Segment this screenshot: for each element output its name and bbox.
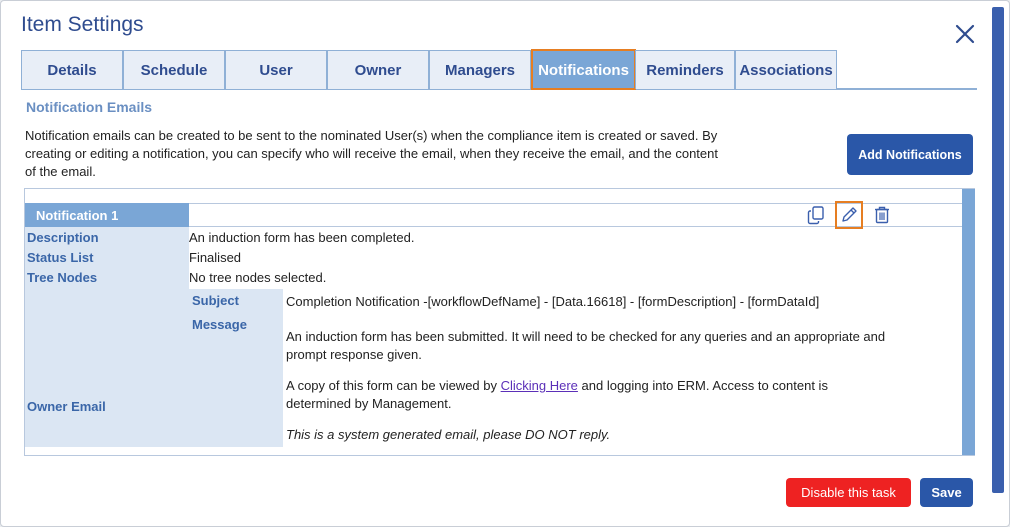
subject-label: Subject: [192, 293, 239, 308]
tree-nodes-label: Tree Nodes: [27, 270, 98, 285]
message-paragraph-3: This is a system generated email, please…: [286, 426, 886, 444]
tab-associations[interactable]: Associations: [735, 50, 837, 89]
add-notifications-button[interactable]: Add Notifications: [847, 134, 973, 175]
tab-reminders[interactable]: Reminders: [635, 50, 735, 89]
message-paragraph-1: An induction form has been submitted. It…: [286, 329, 886, 362]
disable-task-button[interactable]: Disable this task: [786, 478, 911, 507]
message-paragraph-2: A copy of this form can be viewed by Cli…: [286, 377, 886, 413]
copy-icon[interactable]: [804, 203, 828, 227]
message-label: Message: [192, 317, 247, 332]
intro-text: Notification emails can be created to be…: [25, 128, 718, 179]
system-note: This is a system generated email, please…: [286, 427, 611, 442]
close-icon[interactable]: [952, 21, 978, 47]
tab-schedule[interactable]: Schedule: [123, 50, 225, 89]
subject-value: Completion Notification -[workflowDefNam…: [286, 294, 820, 309]
edit-icon[interactable]: [835, 201, 863, 229]
description-label: Description: [27, 230, 99, 245]
status-list-label: Status List: [27, 250, 94, 265]
tab-managers[interactable]: Managers: [429, 50, 531, 89]
panel-scrollbar[interactable]: [962, 189, 975, 455]
dialog-title: Item Settings: [21, 13, 144, 36]
description-value: An induction form has been completed.: [189, 230, 415, 245]
tab-notifications[interactable]: Notifications: [531, 49, 636, 90]
dialog-scrollbar[interactable]: [992, 7, 1004, 493]
tab-user[interactable]: User: [225, 50, 327, 89]
tab-bar: Details Schedule User Owner Managers Not…: [21, 49, 977, 90]
save-button[interactable]: Save: [920, 478, 973, 507]
clicking-here-link[interactable]: Clicking Here: [501, 378, 578, 393]
notification-panel: Notification 1 Description An induction …: [24, 188, 975, 456]
item-settings-dialog: Item Settings Details Schedule User Owne…: [0, 0, 1010, 527]
tab-details[interactable]: Details: [21, 50, 123, 89]
status-list-value: Finalised: [189, 250, 242, 265]
notification-header: Notification 1: [25, 203, 189, 227]
section-heading: Notification Emails: [26, 99, 153, 115]
email-label-column: [189, 289, 283, 447]
delete-icon[interactable]: [870, 203, 894, 227]
tree-nodes-value: No tree nodes selected.: [189, 270, 327, 285]
owner-email-label: Owner Email: [27, 399, 106, 414]
tab-owner[interactable]: Owner: [327, 50, 429, 89]
message-paragraph-2-start: A copy of this form can be viewed by: [286, 378, 501, 393]
